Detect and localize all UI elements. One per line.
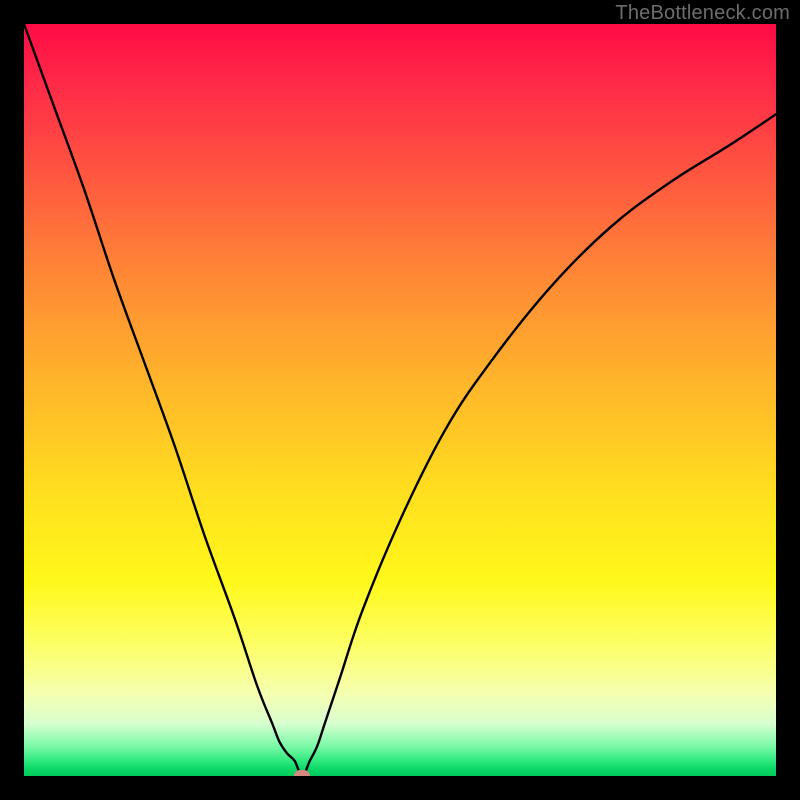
gradient-background [24,24,776,776]
optimum-marker [294,770,310,776]
chart-frame: TheBottleneck.com [0,0,800,800]
watermark-text: TheBottleneck.com [615,2,790,25]
plot-area [24,24,776,776]
